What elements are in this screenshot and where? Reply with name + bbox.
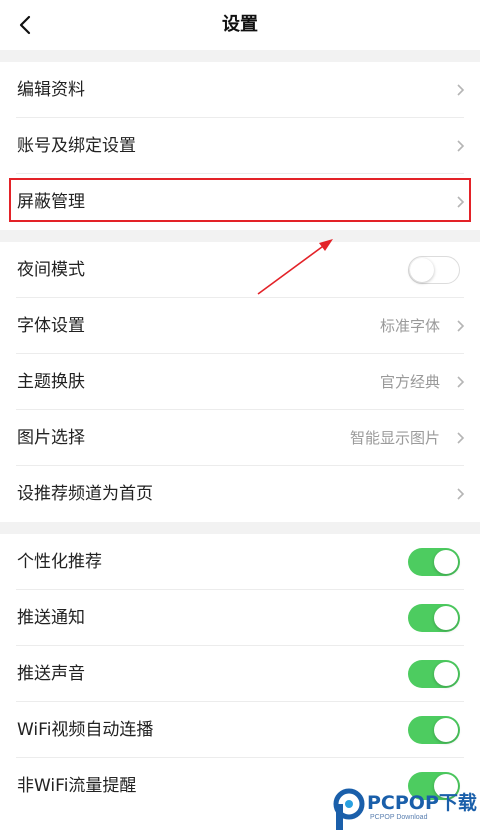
row-value: 智能显示图片: [349, 429, 440, 447]
row-set-home-channel[interactable]: 设推荐频道为首页: [0, 466, 480, 522]
row-label: 个性化推荐: [17, 552, 102, 572]
row-font-settings[interactable]: 字体设置 标准字体: [0, 298, 480, 354]
chevron-right-icon: [457, 140, 465, 152]
row-image-selection[interactable]: 图片选择 智能显示图片: [0, 410, 480, 466]
night-mode-toggle[interactable]: [408, 256, 460, 284]
toggle-knob: [410, 257, 434, 282]
watermark: PCPOP下载 PCPOP Download: [330, 788, 480, 831]
toggle-knob: [434, 606, 458, 630]
section-separator: [0, 230, 480, 242]
row-value: 标准字体: [379, 317, 440, 335]
page-title: 设置: [222, 14, 258, 35]
chevron-right-icon: [457, 432, 465, 444]
row-label: 推送通知: [17, 608, 85, 628]
row-account-binding[interactable]: 账号及绑定设置: [0, 118, 480, 174]
row-label: 主题换肤: [17, 372, 85, 392]
row-label: 账号及绑定设置: [17, 136, 136, 156]
wifi-autoplay-toggle[interactable]: [408, 716, 460, 744]
row-block-management[interactable]: 屏蔽管理: [0, 174, 480, 230]
push-sound-toggle[interactable]: [408, 660, 460, 688]
chevron-right-icon: [457, 488, 465, 500]
row-personalized-recommend[interactable]: 个性化推荐: [0, 534, 480, 590]
row-label: 字体设置: [17, 316, 85, 336]
row-label: 非WiFi流量提醒: [17, 776, 137, 796]
chevron-right-icon: [457, 320, 465, 332]
row-label: 夜间模式: [17, 260, 85, 280]
row-label: 推送声音: [17, 664, 85, 684]
top-nav-bar: 设置: [0, 0, 480, 50]
row-label: 屏蔽管理: [17, 192, 85, 212]
push-notification-toggle[interactable]: [408, 604, 460, 632]
chevron-right-icon: [457, 376, 465, 388]
toggle-knob: [434, 718, 458, 742]
row-label: 图片选择: [17, 428, 85, 448]
row-label: 编辑资料: [17, 80, 85, 100]
watermark-brand: PCPOP下载: [367, 792, 477, 814]
row-theme-skin[interactable]: 主题换肤 官方经典: [0, 354, 480, 410]
chevron-right-icon: [457, 84, 465, 96]
row-push-notification[interactable]: 推送通知: [0, 590, 480, 646]
row-value: 官方经典: [379, 373, 440, 391]
chevron-right-icon: [457, 196, 465, 208]
section-separator: [0, 522, 480, 534]
row-label: 设推荐频道为首页: [17, 484, 153, 504]
row-night-mode[interactable]: 夜间模式: [0, 242, 480, 298]
row-push-sound[interactable]: 推送声音: [0, 646, 480, 702]
personalized-recommend-toggle[interactable]: [408, 548, 460, 576]
section-separator: [0, 50, 480, 62]
pcpop-logo-icon: [333, 788, 365, 830]
row-wifi-autoplay[interactable]: WiFi视频自动连播: [0, 702, 480, 758]
row-edit-profile[interactable]: 编辑资料: [0, 62, 480, 118]
watermark-sub: PCPOP Download: [370, 814, 428, 821]
toggle-knob: [434, 662, 458, 686]
toggle-knob: [434, 550, 458, 574]
row-label: WiFi视频自动连播: [17, 720, 154, 740]
